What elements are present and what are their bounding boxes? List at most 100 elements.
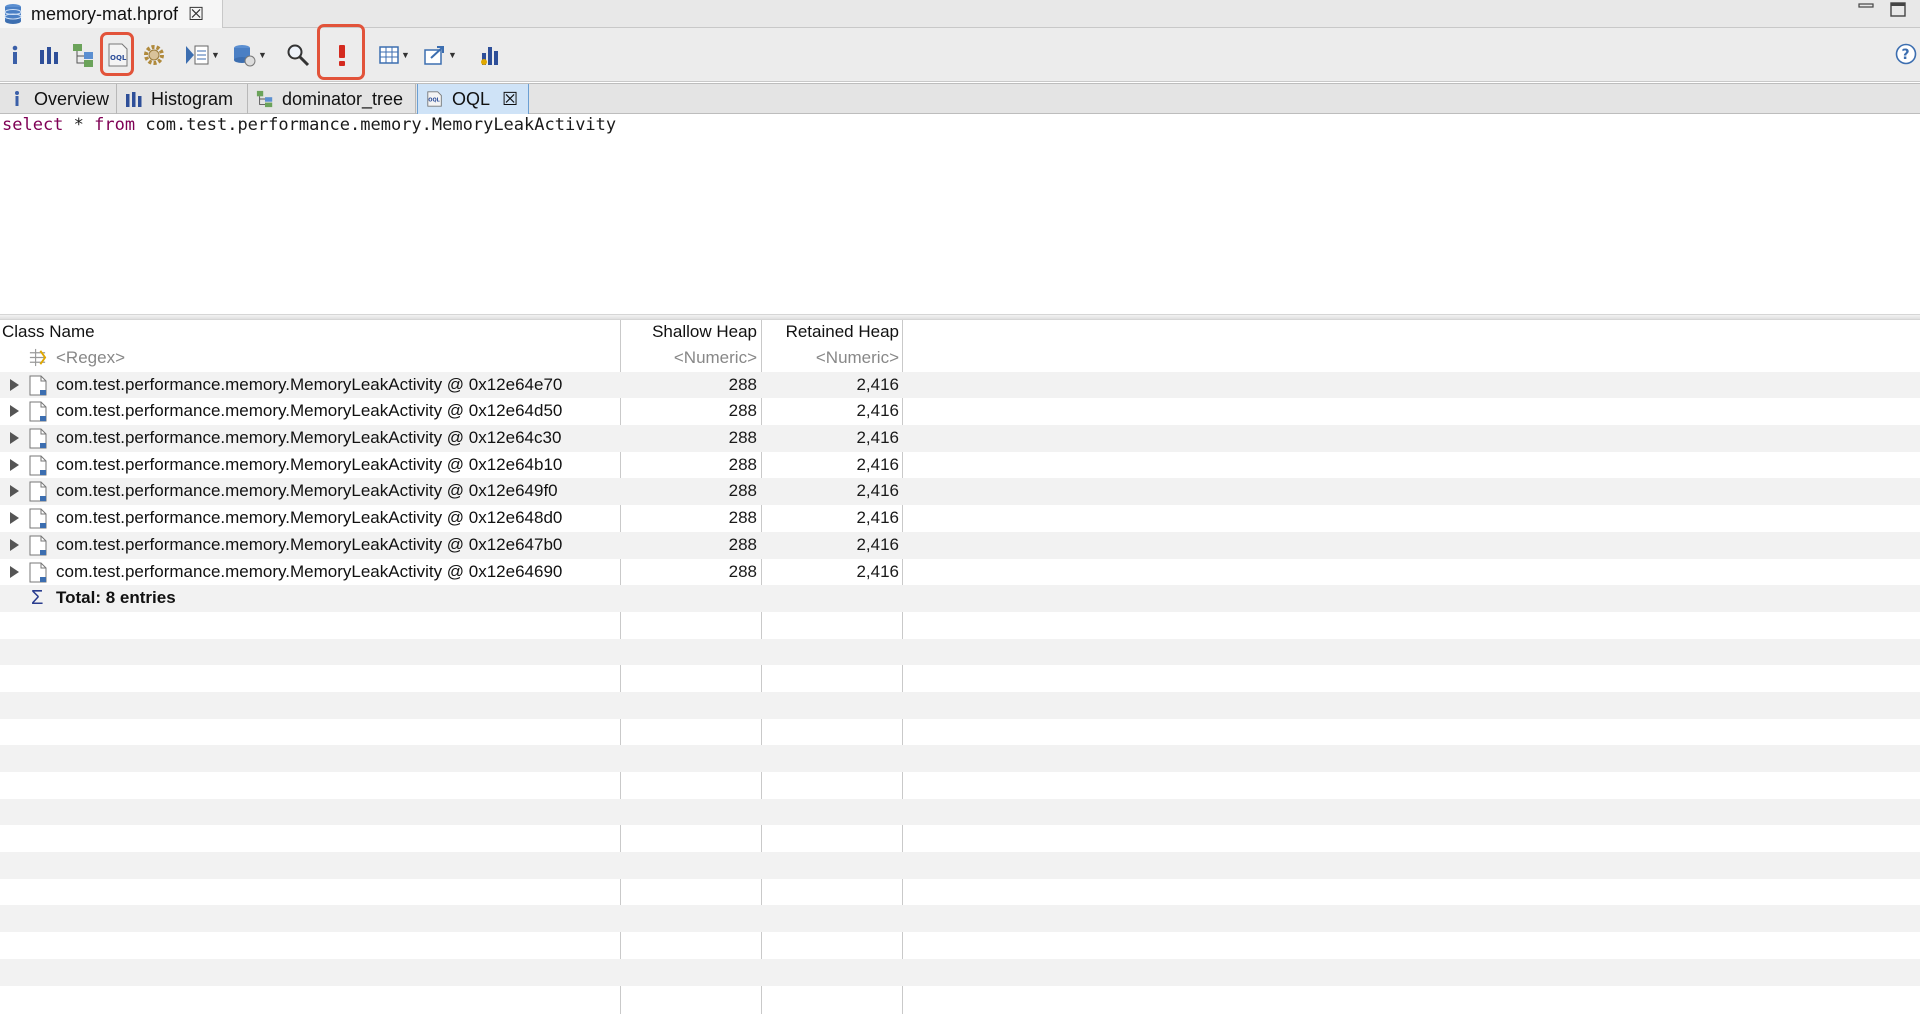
class-name-cell: com.test.performance.memory.MemoryLeakAc… (56, 508, 563, 528)
expand-arrow-icon[interactable] (10, 458, 19, 471)
info-button[interactable] (4, 38, 26, 72)
table-row[interactable]: com.test.performance.memory.MemoryLeakAc… (0, 425, 1920, 452)
dropdown-arrow-icon[interactable]: ▼ (448, 50, 457, 60)
histogram-button[interactable] (36, 38, 62, 72)
close-icon[interactable]: ☒ (502, 89, 518, 110)
header-shallow-heap[interactable]: Shallow Heap (620, 320, 757, 344)
svg-text:?: ? (1902, 47, 1910, 63)
svg-text:OQL: OQL (428, 98, 440, 104)
dropdown-arrow-icon[interactable]: ▼ (211, 50, 220, 60)
empty-row (0, 852, 1920, 879)
header-class-name[interactable]: Class Name (2, 320, 95, 344)
empty-row (0, 905, 1920, 933)
filter-name[interactable]: <Regex> (56, 345, 125, 371)
retained-heap-cell: 2,416 (856, 508, 899, 528)
expand-arrow-icon[interactable] (10, 378, 19, 391)
table-row[interactable]: com.test.performance.memory.MemoryLeakAc… (0, 559, 1920, 586)
shallow-heap-cell: 288 (728, 508, 757, 528)
search-button[interactable] (284, 38, 312, 72)
table-row[interactable]: com.test.performance.memory.MemoryLeakAc… (0, 371, 1920, 399)
class-name-cell: com.test.performance.memory.MemoryLeakAc… (56, 454, 563, 474)
search-icon (287, 44, 310, 67)
table-row[interactable]: com.test.performance.memory.MemoryLeakAc… (0, 478, 1920, 506)
run-report-icon (186, 45, 209, 65)
retained-heap-cell: 2,416 (856, 561, 899, 581)
tab-histogram[interactable]: Histogram (117, 84, 248, 114)
gear-button[interactable] (140, 38, 168, 72)
empty-row (0, 665, 1920, 692)
run-report-button[interactable]: ▼ (182, 38, 222, 72)
tab-overview[interactable]: Overview (0, 84, 117, 114)
expand-arrow-icon[interactable] (10, 538, 19, 551)
help-icon[interactable]: ? (1895, 43, 1917, 65)
regex-filter-icon (29, 348, 47, 367)
retained-heap-cell: 2,416 (856, 534, 899, 554)
empty-row (0, 638, 1920, 666)
tab-oql[interactable]: OQL OQL ☒ (417, 84, 529, 114)
close-icon[interactable]: ☒ (188, 5, 204, 23)
empty-row (0, 825, 1920, 852)
info-icon (12, 45, 18, 64)
table-row[interactable]: com.test.performance.memory.MemoryLeakAc… (0, 398, 1920, 425)
shallow-heap-cell: 288 (728, 374, 757, 394)
object-icon (29, 535, 47, 556)
maximize-icon[interactable] (1888, 0, 1908, 20)
query-browser-icon (234, 45, 256, 67)
tab-label: Overview (34, 88, 110, 109)
class-name-cell: com.test.performance.memory.MemoryLeakAc… (56, 561, 563, 581)
shallow-heap-cell: 288 (728, 454, 757, 474)
empty-row (0, 986, 1920, 1013)
retained-heap-cell: 2,416 (856, 428, 899, 448)
expand-arrow-icon[interactable] (10, 565, 19, 578)
shallow-heap-cell: 288 (728, 534, 757, 554)
tab-label: Histogram (151, 88, 234, 109)
dropdown-arrow-icon[interactable]: ▼ (258, 50, 267, 60)
total-label: Total: 8 entries (56, 588, 176, 608)
table-row[interactable]: com.test.performance.memory.MemoryLeakAc… (0, 531, 1920, 559)
tab-dominator-tree[interactable]: dominator_tree (248, 84, 416, 114)
expand-arrow-icon[interactable] (10, 485, 19, 498)
expand-arrow-icon[interactable] (10, 512, 19, 525)
expand-arrow-icon[interactable] (10, 405, 19, 418)
dominator-tree-button[interactable] (70, 38, 98, 72)
minimize-icon[interactable] (1856, 0, 1876, 20)
database-icon (4, 4, 22, 24)
tab-label: dominator_tree (282, 88, 404, 109)
oql-icon: OQL (426, 90, 444, 108)
export-button[interactable]: ▼ (420, 38, 460, 72)
object-icon (29, 428, 47, 449)
editor-tabbar: memory-mat.hprof ☒ (0, 0, 1920, 28)
keyword-select: select (2, 115, 64, 135)
object-icon (29, 455, 47, 476)
query-line: select * from com.test.performance.memor… (2, 114, 1920, 138)
table-button[interactable]: ▼ (374, 38, 414, 72)
class-name-cell: com.test.performance.memory.MemoryLeakAc… (56, 534, 563, 554)
svg-text:OQL: OQL (110, 54, 127, 62)
keyword-from: from (94, 115, 136, 135)
dropdown-arrow-icon[interactable]: ▼ (401, 50, 410, 60)
empty-row (0, 745, 1920, 772)
empty-row (0, 879, 1920, 906)
dominator-tree-icon (73, 44, 93, 67)
filter-row[interactable]: <Regex> <Numeric> <Numeric> (0, 345, 1920, 372)
editor-tab-hprof[interactable]: memory-mat.hprof ☒ (0, 0, 223, 28)
chart-button[interactable] (476, 38, 504, 72)
histogram-icon (125, 90, 143, 108)
oql-button[interactable]: OQL (104, 38, 132, 72)
shallow-heap-cell: 288 (728, 428, 757, 448)
oql-query-editor[interactable]: select * from com.test.performance.memor… (0, 114, 1920, 314)
filter-shallow[interactable]: <Numeric> (620, 345, 757, 371)
table-row[interactable]: com.test.performance.memory.MemoryLeakAc… (0, 505, 1920, 532)
empty-row (0, 719, 1920, 746)
expand-arrow-icon[interactable] (10, 432, 19, 445)
query-browser-button[interactable]: ▼ (228, 38, 270, 72)
table-row[interactable]: com.test.performance.memory.MemoryLeakAc… (0, 452, 1920, 479)
oql-icon: OQL (108, 43, 128, 67)
table-icon (379, 46, 399, 64)
execute-query-button[interactable] (328, 38, 356, 72)
filter-retained[interactable]: <Numeric> (762, 345, 899, 371)
tab-label: OQL (452, 88, 491, 109)
view-tabs: Overview Histogram dominator_tree OQL OQ… (0, 83, 1920, 114)
header-retained-heap[interactable]: Retained Heap (762, 320, 899, 344)
export-icon (424, 46, 445, 65)
